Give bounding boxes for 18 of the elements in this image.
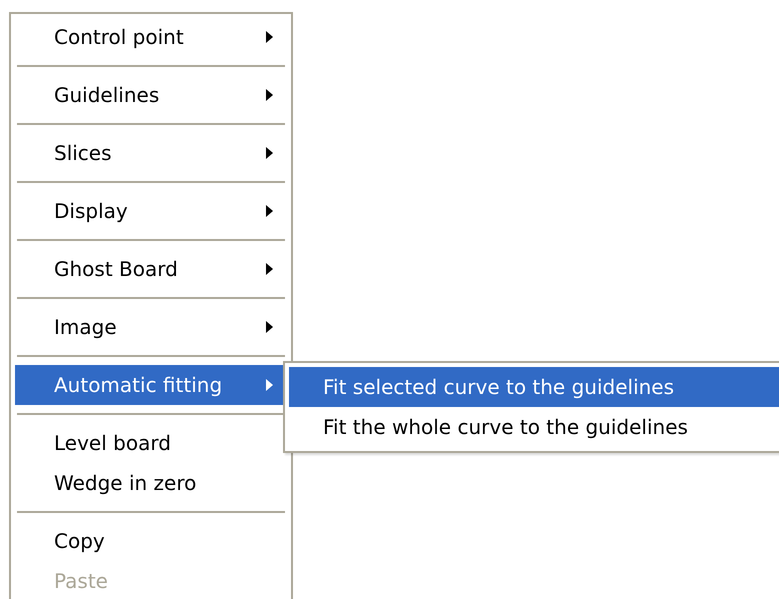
menu-item[interactable]: Display [15,191,287,231]
submenu-arrow-icon [266,263,273,275]
menu-item[interactable]: Wedge in zero [15,463,287,503]
menu-item[interactable]: Copy [15,521,287,561]
submenu-arrow-icon [266,205,273,217]
submenu-arrow-icon [266,147,273,159]
menu-item[interactable]: Image [15,307,287,347]
menu-item[interactable]: Slices [15,133,287,173]
menu-item[interactable]: Ghost Board [15,249,287,289]
submenu-arrow-icon [266,379,273,391]
menu-item[interactable]: Level board [15,423,287,463]
submenu-arrow-icon [266,321,273,333]
submenu-arrow-icon [266,31,273,43]
menu-item[interactable]: Fit the whole curve to the guidelines [289,407,779,447]
submenu-arrow-icon [266,89,273,101]
menu-item[interactable]: Guidelines [15,75,287,115]
menu-item[interactable]: Control point [15,17,287,57]
menu-item[interactable]: Fit selected curve to the guidelines [289,367,779,407]
